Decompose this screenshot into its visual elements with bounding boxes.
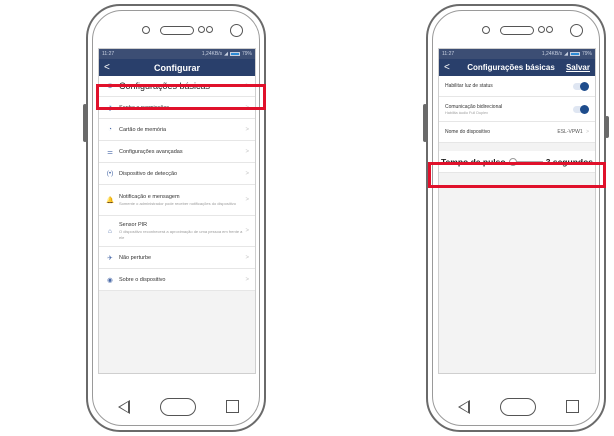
memory-card-icon: ◔	[108, 126, 112, 133]
sensor-icon	[142, 26, 150, 34]
save-button[interactable]: Salvar	[566, 63, 590, 72]
menu-item-advanced[interactable]: ⚌ Configurações avançadas >	[99, 141, 255, 163]
phone-top-bezel	[428, 20, 604, 44]
back-arrow-icon[interactable]: <	[104, 62, 116, 73]
menu-item-label: Sensor PIR	[119, 222, 148, 229]
android-nav-bar	[428, 398, 604, 418]
menu-item-label: Não perturbe	[119, 254, 152, 261]
menu-item-label: Dispositivo de detecção	[119, 170, 178, 177]
status-indicators: 1,24KB/s ◢ 79%	[542, 51, 592, 57]
nav-back-icon[interactable]	[118, 400, 130, 414]
speaker-icon	[500, 26, 534, 35]
bidirectional-row: Comunicação bidirecional Habilita áudio …	[439, 97, 595, 122]
status-time: 11:27	[442, 51, 455, 57]
menu-item-do-not-disturb[interactable]: ✈ Não perturbe >	[99, 247, 255, 269]
menu-item-notification[interactable]: 🔔 Notificação e mensagem Somente o admin…	[99, 185, 255, 216]
bidirectional-description: Habilita áudio Full Duplex	[445, 110, 489, 115]
sensor-icon	[546, 26, 553, 33]
menu-item-pir-sensor[interactable]: ⌂ Sensor PIR O dispositivo reconhecerá a…	[99, 216, 255, 247]
bidirectional-label: Comunicação bidirecional	[445, 103, 503, 110]
status-bar: 11:27 1,24KB/s ◢ 79%	[439, 49, 595, 59]
status-speed: 1,24KB/s	[201, 51, 223, 57]
nav-back-icon[interactable]	[458, 400, 470, 414]
signal-icon: ◢	[564, 51, 568, 57]
device-name-label: Nome do dispositivo	[445, 129, 491, 135]
nav-recent-icon[interactable]	[566, 400, 579, 413]
phone-top-bezel	[88, 20, 264, 44]
device-name-value: ESL-VPW1	[557, 129, 583, 135]
menu-item-description: Somente o administrador pode receber not…	[119, 200, 236, 206]
power-button	[605, 116, 609, 138]
app-header: < Configurar	[99, 59, 255, 76]
menu-item-label: Notificação e mensagem	[119, 193, 180, 200]
do-not-disturb-icon: ✈	[107, 254, 113, 262]
status-battery: 79%	[581, 51, 592, 57]
sensor-icon	[198, 26, 205, 33]
menu-item-label: Configurações avançadas	[119, 148, 183, 155]
screen-basic-settings: 11:27 1,24KB/s ◢ 79% < Configurações bás…	[438, 48, 596, 374]
battery-icon	[229, 52, 240, 56]
front-camera-icon	[230, 24, 243, 37]
detection-icon: (•)	[106, 170, 114, 177]
status-time: 11:27	[102, 51, 115, 57]
chevron-right-icon: >	[245, 148, 249, 155]
front-camera-icon	[570, 24, 583, 37]
highlight-box	[96, 84, 266, 110]
page-title: Configurações básicas	[467, 63, 555, 72]
speaker-icon	[160, 26, 194, 35]
highlight-box	[428, 162, 606, 188]
status-battery: 79%	[241, 51, 252, 57]
menu-item-about[interactable]: ◉ Sobre o dispositivo >	[99, 269, 255, 291]
nav-home-icon[interactable]	[160, 398, 196, 416]
sensor-icon	[538, 26, 545, 33]
menu-item-description: O dispositivo reconhecerá a aproximação …	[119, 229, 243, 240]
back-arrow-icon[interactable]: <	[444, 62, 456, 73]
app-header: < Configurações básicas Salvar	[439, 59, 595, 76]
nav-home-icon[interactable]	[500, 398, 536, 416]
device-name-row[interactable]: Nome do dispositivo ESL-VPW1 >	[439, 122, 595, 143]
info-icon: ◉	[107, 276, 113, 284]
menu-item-label: Cartão de memória	[119, 126, 167, 133]
status-speed: 1,24KB/s	[541, 51, 563, 57]
chevron-right-icon: >	[245, 170, 249, 177]
android-nav-bar	[88, 398, 264, 418]
sensor-icon	[206, 26, 213, 33]
status-indicators: 1,24KB/s ◢ 79%	[202, 51, 252, 57]
pir-sensor-icon: ⌂	[108, 227, 112, 235]
sensor-icon	[482, 26, 490, 34]
status-light-row: Habilitar luz de status	[439, 76, 595, 97]
chevron-right-icon: >	[245, 197, 249, 203]
sliders-icon: ⚌	[107, 148, 113, 156]
chevron-right-icon: >	[245, 276, 249, 283]
menu-item-label: Sobre o dispositivo	[119, 276, 166, 283]
status-light-label: Habilitar luz de status	[445, 83, 493, 89]
chevron-right-icon: >	[245, 254, 249, 261]
bidirectional-toggle[interactable]	[573, 104, 589, 114]
bell-icon: 🔔	[105, 197, 115, 204]
volume-button	[83, 104, 87, 142]
chevron-right-icon: >	[245, 126, 249, 133]
menu-item-detection[interactable]: (•) Dispositivo de detecção >	[99, 163, 255, 185]
status-light-toggle[interactable]	[573, 81, 589, 91]
menu-item-memory-card[interactable]: ◔ Cartão de memória >	[99, 119, 255, 141]
chevron-right-icon: >	[245, 228, 249, 234]
volume-button	[423, 104, 427, 142]
battery-icon	[569, 52, 580, 56]
signal-icon: ◢	[224, 51, 228, 57]
phone-frame-left: 11:27 1,24KB/s ◢ 79% < Configurar ⚙ Conf…	[83, 4, 266, 432]
status-bar: 11:27 1,24KB/s ◢ 79%	[99, 49, 255, 59]
nav-recent-icon[interactable]	[226, 400, 239, 413]
phone-frame-right: 11:27 1,24KB/s ◢ 79% < Configurações bás…	[423, 4, 609, 432]
page-title: Configurar	[154, 62, 200, 73]
chevron-right-icon: >	[586, 129, 589, 135]
